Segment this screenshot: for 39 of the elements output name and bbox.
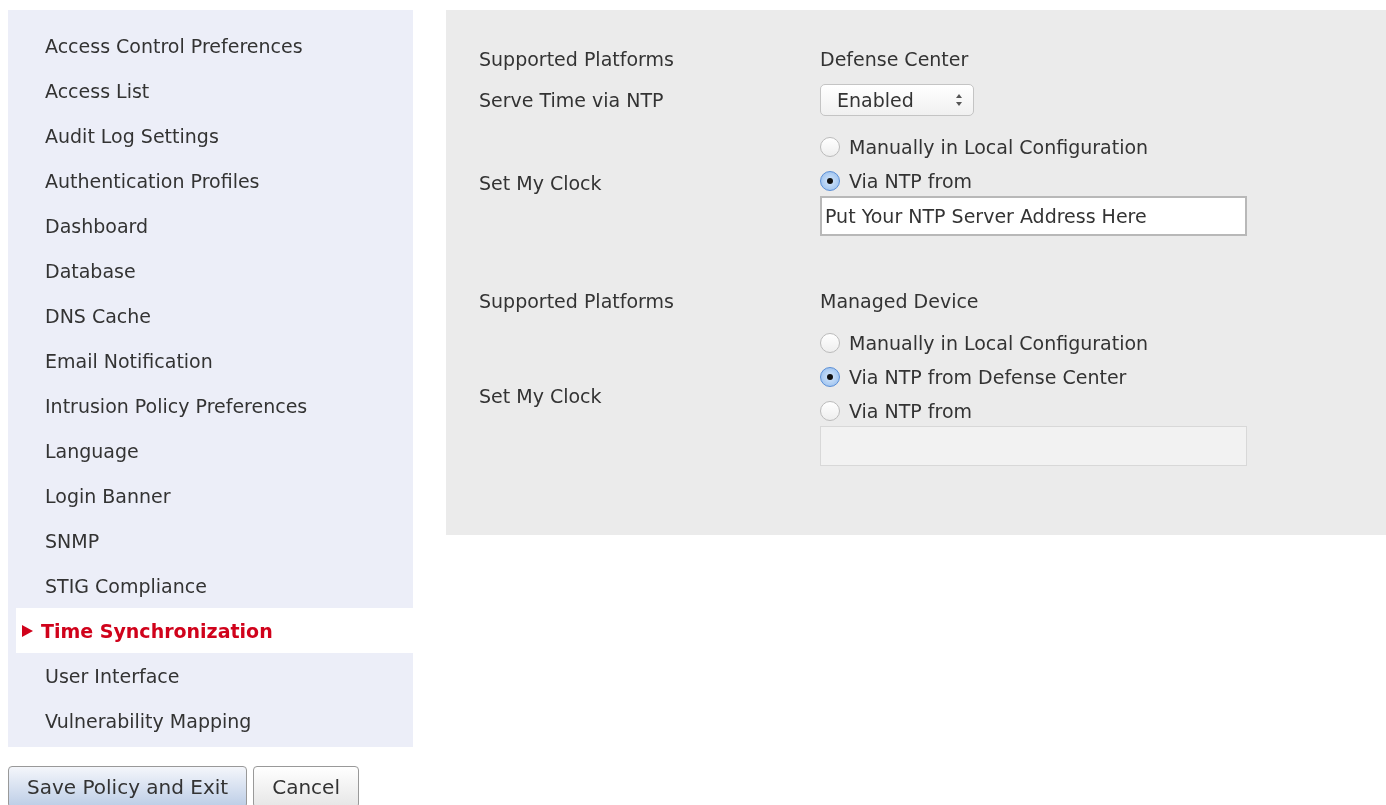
radio-button[interactable] — [820, 367, 840, 387]
cancel-button[interactable]: Cancel — [253, 766, 359, 805]
sidebar-item[interactable]: User Interface — [8, 653, 413, 698]
ntp-server-field[interactable]: Put Your NTP Server Address Here — [820, 196, 1247, 236]
radio-button[interactable] — [820, 401, 840, 421]
radio-label: Manually in Local Configuration — [849, 136, 1149, 158]
sidebar-item[interactable]: Intrusion Policy Preferences — [8, 383, 413, 428]
sidebar-item[interactable]: Language — [8, 428, 413, 473]
platform-value: Defense Center — [820, 48, 970, 70]
sidebar-item[interactable]: Authentication Profiles — [8, 158, 413, 203]
field-label: Supported Platforms — [479, 48, 675, 70]
radio-label: Via NTP from — [849, 400, 973, 422]
sidebar-item[interactable]: Vulnerability Mapping — [8, 698, 413, 743]
sidebar-item[interactable]: Time Synchronization — [16, 608, 413, 653]
ntp-select[interactable]: Enabled — [820, 84, 974, 116]
sidebar-item[interactable]: Audit Log Settings — [8, 113, 413, 158]
sidebar-item[interactable]: DNS Cache — [8, 293, 413, 338]
radio-button[interactable] — [820, 333, 840, 353]
radio-button[interactable] — [820, 137, 840, 157]
sidebar-item[interactable]: Login Banner — [8, 473, 413, 518]
radio-button[interactable] — [820, 171, 840, 191]
sidebar-item[interactable]: Access Control Preferences — [8, 23, 413, 68]
radio-label: Manually in Local Configuration — [849, 332, 1149, 354]
field-label: Serve Time via NTP — [479, 89, 665, 111]
field-label: Set My Clock — [479, 172, 603, 194]
sidebar-item[interactable]: SNMP — [8, 518, 413, 563]
sidebar-item[interactable]: STIG Compliance — [8, 563, 413, 608]
radio-label: Via NTP from — [849, 170, 973, 192]
field-label: Set My Clock — [479, 385, 603, 407]
stepper-icon — [955, 93, 963, 107]
sidebar-item[interactable]: Database — [8, 248, 413, 293]
radio-label: Via NTP from Defense Center — [849, 366, 1127, 388]
field-label: Supported Platforms — [479, 290, 675, 312]
platform-value: Managed Device — [820, 290, 980, 312]
sidebar-item[interactable]: Dashboard — [8, 203, 413, 248]
triangle-icon — [22, 624, 33, 637]
sidebar-item[interactable]: Access List — [8, 68, 413, 113]
save-button[interactable]: Save Policy and Exit — [8, 766, 248, 805]
sidebar-item[interactable]: Email Notification — [8, 338, 413, 383]
